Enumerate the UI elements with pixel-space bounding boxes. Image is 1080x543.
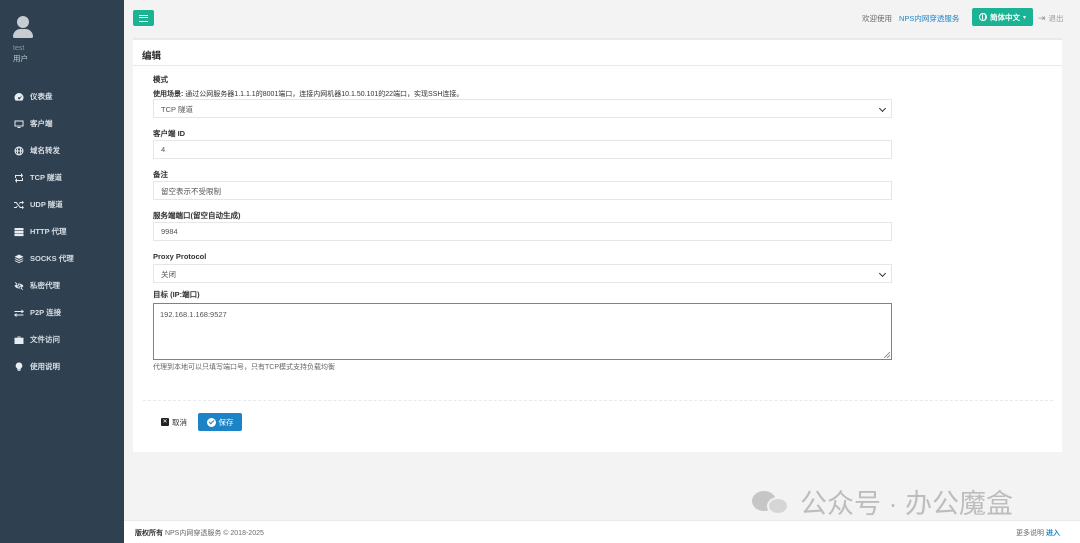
card-title: 编辑 [133,40,1062,66]
menu-toggle-button[interactable] [133,10,154,26]
sidebar-item-label: 私密代理 [30,281,60,290]
client-id-value: 4 [161,145,166,154]
remark-label: 备注 [153,170,168,179]
more-info: 更多说明 进入 [1016,528,1060,538]
target-textarea[interactable]: 192.168.1.168:9527 [153,303,892,360]
profile: test 用户 [0,0,124,80]
retweet-icon [14,172,24,183]
wechat-icon [752,487,792,517]
globe-icon [14,146,24,156]
save-button[interactable]: 保存 [198,413,242,431]
desktop-icon [14,119,24,129]
server-port-label: 服务端端口(留空自动生成) [153,211,241,220]
watermark: 公众号 · 办公魔盒 [752,482,1013,521]
topbar: 欢迎使用 NPS内网穿透服务 简体中文 ▾ ⇥ 退出 [124,0,1080,36]
proxy-protocol-value: 关闭 [161,270,176,279]
logout-link[interactable]: ⇥ 退出 [1038,13,1064,24]
copyright-bold: 版权所有 [135,530,163,537]
client-id-label: 客户端 ID [153,129,186,138]
sidebar-item-help[interactable]: 使用说明 [0,353,124,380]
sidebar-item-label: 域名转发 [30,146,60,155]
sidebar-item-tcp-tunnel[interactable]: TCP 隧道 [0,164,124,191]
sign-out-icon: ⇥ [1038,13,1046,23]
sidebar-item-file-access[interactable]: 文件访问 [0,326,124,353]
watermark-text: 公众号 · 办公魔盒 [800,489,1013,519]
server-port-value: 9984 [161,227,178,236]
resize-handle-icon[interactable] [884,352,890,358]
copyright-text: NPS内网穿透服务 © 2018-2025 [164,530,264,537]
language-label: 简体中文 [989,12,1020,22]
target-value: 192.168.1.168:9527 [160,310,227,319]
dashboard-icon [14,92,24,102]
sidebar-item-domain-forward[interactable]: 域名转发 [0,137,124,164]
save-label: 保存 [218,417,234,427]
brand-link[interactable]: NPS内网穿透服务 [899,13,959,24]
welcome-text: 欢迎使用 [862,14,892,23]
sidebar-nav: 仪表盘 客户端 域名转发 TCP 隧道 UDP 隧道 HTTP 代理 SOCKS… [0,83,124,380]
footer: 版权所有 NPS内网穿透服务 © 2018-2025 更多说明 进入 [124,520,1080,543]
user-role: 用户 [13,54,28,63]
scenario-hint: 使用场景: 通过公网服务器1.1.1.1的8001端口，连接内网机器10.1.5… [153,89,892,99]
scenario-label: 使用场景: [153,91,184,98]
layers-icon [14,254,24,264]
eye-slash-icon [14,281,24,291]
logout-label: 退出 [1048,14,1064,23]
cancel-button[interactable]: ✕ 取消 [153,413,195,431]
more-label: 更多说明 [1016,530,1045,537]
sidebar-item-dashboard[interactable]: 仪表盘 [0,83,124,110]
close-icon: ✕ [161,418,169,426]
form-divider [143,400,1053,401]
hamburger-icon [139,14,148,22]
copyright: 版权所有 NPS内网穿透服务 © 2018-2025 [135,528,264,538]
mode-select-value: TCP 隧道 [161,105,193,114]
check-circle-icon [206,417,216,427]
briefcase-icon [14,335,24,345]
sidebar-item-clients[interactable]: 客户端 [0,110,124,137]
globe-icon [978,13,987,21]
sidebar-item-http-proxy[interactable]: HTTP 代理 [0,218,124,245]
random-icon [14,200,24,210]
sidebar-item-label: SOCKS 代理 [30,254,74,263]
sidebar-item-label: 仪表盘 [30,92,53,101]
enter-link[interactable]: 进入 [1046,530,1060,537]
sidebar-item-label: 客户端 [30,119,53,128]
sidebar-item-label: HTTP 代理 [30,227,67,236]
sidebar-item-socks-proxy[interactable]: SOCKS 代理 [0,245,124,272]
sidebar-item-label: 文件访问 [30,335,60,344]
proxy-protocol-label: Proxy Protocol [153,252,207,261]
user-name[interactable]: test [13,45,124,52]
mode-label: 模式 [153,75,168,84]
sidebar-item-label: 使用说明 [30,362,60,371]
edit-card: 编辑 模式 使用场景: 通过公网服务器1.1.1.1的8001端口，连接内网机器… [133,38,1062,452]
language-dropdown-button[interactable]: 简体中文 ▾ [972,8,1033,26]
sidebar-item-private-proxy[interactable]: 私密代理 [0,272,124,299]
server-icon [14,227,24,237]
chevron-down-icon [878,104,887,113]
exchange-icon [14,308,24,318]
scenario-text: 通过公网服务器1.1.1.1的8001端口，连接内网机器10.1.50.101的… [185,91,464,98]
sidebar: test 用户 仪表盘 客户端 域名转发 TCP 隧道 UDP 隧道 HTTP … [0,0,124,543]
target-label: 目标 (IP:端口) [153,290,200,299]
sidebar-item-p2p[interactable]: P2P 连接 [0,299,124,326]
sidebar-item-label: UDP 隧道 [30,200,63,209]
caret-down-icon: ▾ [1022,14,1026,21]
lightbulb-icon [14,361,24,372]
sidebar-item-label: P2P 连接 [30,308,62,317]
chevron-down-icon [878,269,887,278]
proxy-protocol-select[interactable]: 关闭 [153,264,892,283]
cancel-label: 取消 [172,417,187,427]
remark-placeholder: 留空表示不受限制 [161,187,221,196]
sidebar-item-udp-tunnel[interactable]: UDP 隧道 [0,191,124,218]
server-port-input[interactable]: 9984 [153,222,892,241]
client-id-input[interactable]: 4 [153,140,892,159]
remark-input[interactable]: 留空表示不受限制 [153,181,892,200]
target-help: 代理到本地可以只填写端口号，只有TCP模式支持负载均衡 [153,364,335,371]
sidebar-item-label: TCP 隧道 [30,173,62,182]
mode-select[interactable]: TCP 隧道 [153,99,892,118]
edit-form: 模式 使用场景: 通过公网服务器1.1.1.1的8001端口，连接内网机器10.… [153,74,892,372]
avatar-icon[interactable] [13,16,33,42]
